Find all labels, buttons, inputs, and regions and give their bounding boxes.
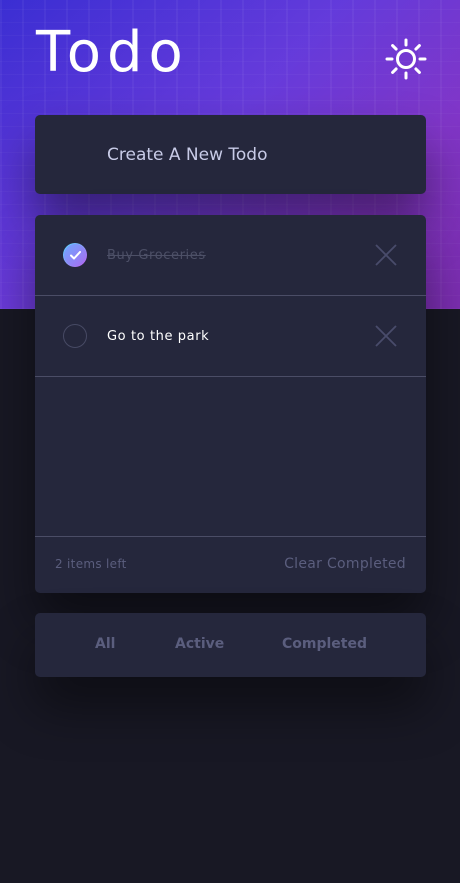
todo-text: Buy Groceries: [107, 248, 206, 263]
clear-completed-button[interactable]: Clear Completed: [284, 537, 406, 592]
check-icon: [69, 250, 81, 259]
close-icon: [375, 325, 397, 347]
filter-completed[interactable]: Completed: [282, 613, 367, 675]
sun-icon: [385, 38, 427, 80]
filter-bar: All Active Completed: [35, 613, 426, 677]
delete-todo-button[interactable]: [375, 325, 397, 347]
new-todo-input[interactable]: [35, 115, 426, 194]
todo-list: Buy Groceries Go to the park 2 items lef…: [35, 215, 426, 593]
todo-item: Go to the park: [35, 296, 426, 377]
delete-todo-button[interactable]: [375, 244, 397, 266]
todo-text: Go to the park: [107, 329, 210, 344]
todo-item: Buy Groceries: [35, 215, 426, 296]
filter-active[interactable]: Active: [175, 613, 224, 675]
theme-toggle-button[interactable]: [384, 37, 428, 81]
app-title: Todo: [36, 20, 189, 85]
close-icon: [375, 244, 397, 266]
new-todo-card: [35, 115, 426, 194]
items-left-count: 2 items left: [55, 557, 127, 571]
filter-all[interactable]: All: [95, 613, 115, 675]
todo-checkbox[interactable]: [63, 324, 87, 348]
todo-checkbox[interactable]: [63, 243, 87, 267]
list-footer: 2 items left Clear Completed: [35, 536, 426, 593]
